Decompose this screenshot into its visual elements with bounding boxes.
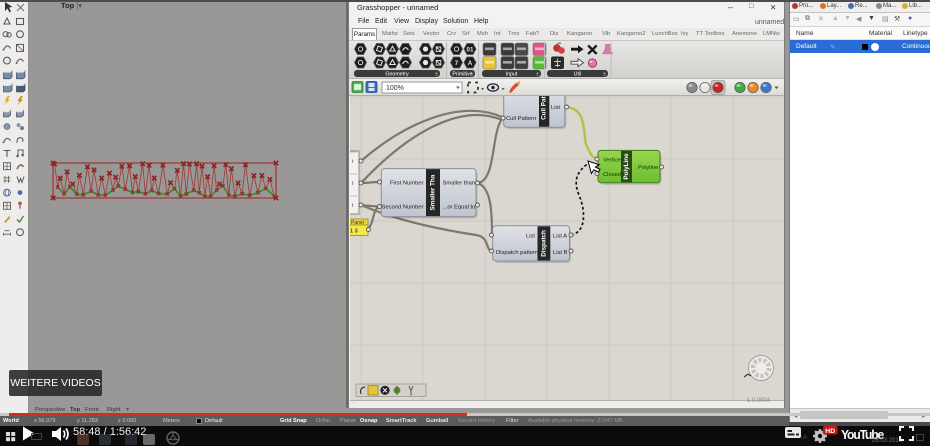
svg-text:Smaller Tha: Smaller Tha [430, 174, 437, 210]
svg-text:First Number: First Number [390, 181, 424, 187]
svg-text:Smaller than: Smaller than [443, 181, 476, 187]
svg-text:Input: Input [506, 71, 518, 77]
svg-text:List A: List A [553, 234, 567, 240]
svg-text:±: ± [603, 72, 606, 78]
svg-text:...or Equal to: ...or Equal to [443, 205, 476, 211]
svg-text:Cull Pattern: Cull Pattern [506, 116, 536, 122]
svg-text:List B: List B [553, 250, 568, 256]
svg-text:±: ± [536, 72, 539, 78]
svg-text:Geometry: Geometry [385, 71, 409, 77]
svg-text:HD: HD [825, 427, 835, 434]
svg-text:A: A [468, 60, 473, 67]
svg-text:±: ± [435, 72, 438, 78]
svg-text:Cull Patt: Cull Patt [541, 96, 548, 120]
svg-text:Second Number: Second Number [382, 205, 424, 211]
svg-text:±: ± [470, 72, 473, 78]
svg-text:Dispatch pattern: Dispatch pattern [496, 250, 538, 256]
svg-text:7: 7 [455, 60, 459, 67]
svg-text:PolyLine: PolyLine [623, 153, 630, 180]
svg-text:1 3: 1 3 [350, 229, 358, 235]
svg-text:Polyline: Polyline [638, 165, 658, 171]
svg-text:100%: 100% [386, 85, 404, 92]
svg-text:List: List [551, 105, 560, 111]
svg-text:List: List [526, 234, 535, 240]
svg-text:Util: Util [574, 71, 582, 77]
svg-text:Dispatch: Dispatch [540, 230, 547, 257]
svg-text:Vertices: Vertices [603, 158, 624, 164]
svg-text:Closed: Closed [603, 172, 621, 178]
svg-text:01: 01 [467, 46, 474, 53]
